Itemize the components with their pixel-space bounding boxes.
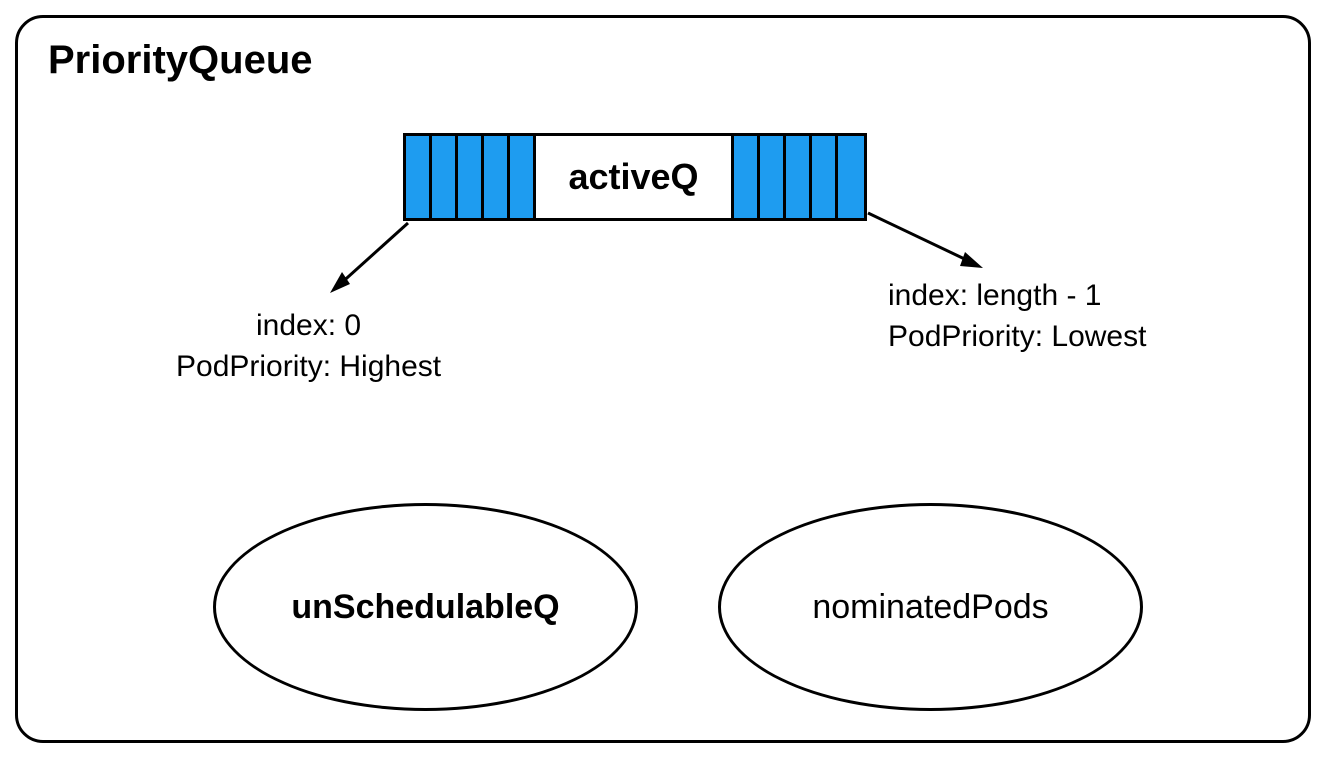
container-title: PriorityQueue bbox=[48, 38, 313, 83]
right-annotation-line1: index: length - 1 bbox=[888, 276, 1146, 317]
right-annotation: index: length - 1 PodPriority: Lowest bbox=[888, 276, 1146, 357]
queue-cell-right bbox=[734, 136, 760, 218]
nominated-label: nominatedPods bbox=[812, 588, 1048, 627]
queue-cell-right bbox=[812, 136, 838, 218]
left-annotation: index: 0 PodPriority: Highest bbox=[176, 306, 441, 387]
queue-cell-right bbox=[786, 136, 812, 218]
queue-cell-left bbox=[458, 136, 484, 218]
left-annotation-line1: index: 0 bbox=[176, 306, 441, 347]
queue-cell-left bbox=[406, 136, 432, 218]
left-annotation-line2: PodPriority: Highest bbox=[176, 347, 441, 388]
right-annotation-line2: PodPriority: Lowest bbox=[888, 317, 1146, 358]
unschedulable-label: unSchedulableQ bbox=[291, 588, 559, 627]
active-queue-box: activeQ bbox=[403, 133, 867, 221]
queue-cell-left bbox=[432, 136, 458, 218]
priority-queue-container: PriorityQueue activeQ index: 0 PodPriori… bbox=[15, 15, 1311, 743]
active-queue-label: activeQ bbox=[536, 136, 734, 218]
queue-cell-right bbox=[760, 136, 786, 218]
unschedulable-ellipse: unSchedulableQ bbox=[213, 503, 638, 711]
queue-cell-left bbox=[510, 136, 536, 218]
queue-cell-left bbox=[484, 136, 510, 218]
queue-cell-right bbox=[838, 136, 864, 218]
nominated-ellipse: nominatedPods bbox=[718, 503, 1143, 711]
arrow-left-icon bbox=[318, 218, 428, 308]
